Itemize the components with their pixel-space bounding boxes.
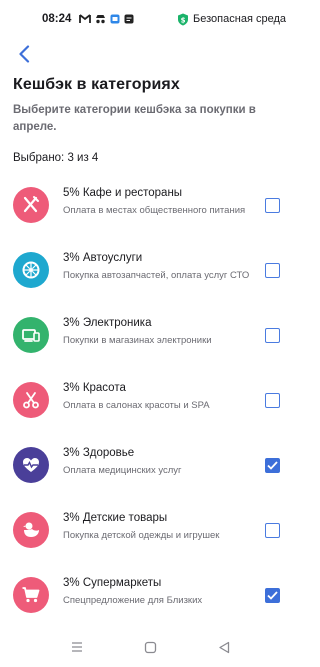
page-subtitle: Выберите категории кешбэка за покупки в … <box>13 104 256 133</box>
category-checkbox[interactable] <box>265 588 280 603</box>
chevron-left-icon <box>19 45 30 63</box>
category-row-supermarkets[interactable]: 3% Супермаркеты Спецпредложение для Близ… <box>0 568 300 628</box>
category-row-electronics[interactable]: 3% Электроника Покупки в магазинах элект… <box>0 308 300 368</box>
secure-label: Безопасная среда <box>193 13 286 25</box>
recents-button[interactable] <box>70 641 84 653</box>
category-desc: Оплата медицинских услуг <box>63 465 182 476</box>
car-wheel-icon <box>22 261 40 279</box>
category-icon-bg <box>13 317 49 353</box>
status-bar: 08:24 $ Безопасная среда <box>0 0 300 38</box>
category-name: 3% Автоуслуги <box>63 252 143 264</box>
shield-dollar-icon: $ <box>178 13 189 25</box>
category-desc: Покупка автозапчастей, оплата услуг СТО <box>63 270 250 281</box>
category-desc: Спецпредложение для Близких <box>63 595 203 606</box>
category-row-health[interactable]: 3% Здоровье Оплата медицинских услуг <box>0 438 300 498</box>
category-icon-bg <box>13 252 49 288</box>
category-desc: Оплата в салонах красоты и SPA <box>63 400 210 411</box>
category-row-beauty[interactable]: 3% Красота Оплата в салонах красоты и SP… <box>0 373 300 433</box>
category-checkbox[interactable] <box>265 263 280 278</box>
category-row-auto[interactable]: 3% Автоуслуги Покупка автозапчастей, опл… <box>0 243 300 303</box>
gmail-icon <box>79 14 92 23</box>
category-checkbox[interactable] <box>265 393 280 408</box>
scissors-icon <box>23 392 39 409</box>
category-checkbox[interactable] <box>265 523 280 538</box>
category-icon-bg <box>13 382 49 418</box>
back-button[interactable] <box>12 44 36 64</box>
devices-icon <box>22 329 40 342</box>
category-name: 3% Супермаркеты <box>63 577 162 589</box>
category-name: 3% Детские товары <box>63 512 168 524</box>
status-time: 08:24 <box>42 13 72 25</box>
category-desc: Покупки в магазинах электроники <box>63 335 212 346</box>
incognito-icon <box>96 15 106 24</box>
category-name: 3% Здоровье <box>63 447 135 459</box>
category-desc: Покупка детской одежды и игрушек <box>63 530 220 541</box>
back-nav-button[interactable] <box>218 641 230 654</box>
page-title: Кешбэк в категориях <box>13 76 180 93</box>
system-nav-bar <box>0 627 300 667</box>
app-icon <box>110 14 120 24</box>
category-icon-bg <box>13 577 49 613</box>
category-name: 3% Красота <box>63 382 126 394</box>
category-name: 5% Кафе и рестораны <box>63 187 183 199</box>
category-desc: Оплата в местах общественного питания <box>63 205 246 216</box>
notes-icon <box>124 14 134 24</box>
category-checkbox[interactable] <box>265 198 280 213</box>
cart-icon <box>22 587 40 603</box>
category-icon-bg <box>13 512 49 548</box>
category-name: 3% Электроника <box>63 317 152 329</box>
duck-toy-icon <box>23 522 39 537</box>
svg-text:$: $ <box>181 16 186 24</box>
fork-knife-icon <box>23 196 39 213</box>
home-button[interactable] <box>144 641 157 654</box>
category-icon-bg <box>13 187 49 223</box>
category-checkbox[interactable] <box>265 458 280 473</box>
selected-count: Выбрано: 3 из 4 <box>13 152 99 164</box>
category-checkbox[interactable] <box>265 328 280 343</box>
status-icons <box>79 14 134 24</box>
heart-pulse-icon <box>23 458 39 472</box>
category-icon-bg <box>13 447 49 483</box>
category-row-cafe[interactable]: 5% Кафе и рестораны Оплата в местах обще… <box>0 178 300 238</box>
category-row-kids[interactable]: 3% Детские товары Покупка детской одежды… <box>0 503 300 563</box>
secure-environment: $ Безопасная среда <box>177 13 286 26</box>
